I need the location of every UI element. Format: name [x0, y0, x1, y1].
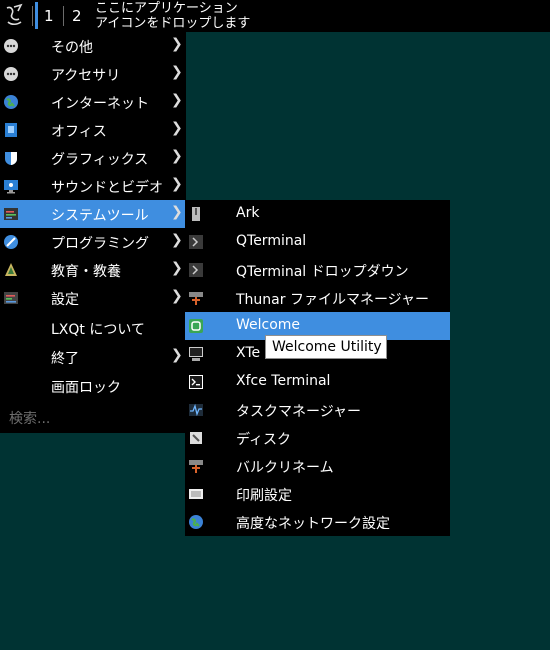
tooltip: Welcome Utility	[265, 335, 387, 359]
quicklaunch-hint-line2: アイコンをドロップします	[95, 16, 251, 31]
tooltip-text: Welcome Utility	[272, 339, 382, 355]
menu-item-label: プログラミング	[51, 236, 149, 252]
graphics-icon	[3, 150, 19, 166]
search-placeholder: 検索...	[9, 411, 51, 427]
chevron-right-icon: ❯	[171, 36, 183, 52]
menu-item-label: アクセサリ	[51, 68, 121, 84]
menu-item-label: サウンドとビデオ	[51, 180, 163, 196]
archive-icon	[188, 206, 204, 222]
menu-item-internet[interactable]: インターネット ❯	[0, 88, 186, 116]
submenu-item-label: Thunar ファイルマネージャー	[236, 292, 429, 308]
office-icon	[3, 122, 19, 138]
menu-item-system-tools[interactable]: システムツール ❯	[0, 200, 186, 228]
chevron-right-icon: ❯	[171, 92, 183, 108]
active-desktop-indicator	[35, 2, 38, 29]
menu-item-programming[interactable]: プログラミング ❯	[0, 228, 186, 256]
menu-item-shutdown[interactable]: 終了 ❯	[0, 343, 186, 371]
submenu-item-label: QTerminal	[236, 233, 307, 249]
menu-item-about-lxqt[interactable]: LXQt について	[0, 314, 186, 342]
menu-item-label: システムツール	[51, 208, 149, 224]
submenu-item-ark[interactable]: Ark	[185, 200, 450, 228]
chevron-right-icon: ❯	[171, 120, 183, 136]
file-manager-icon	[188, 290, 204, 306]
search-input[interactable]: 検索...	[0, 402, 186, 432]
settings-icon	[3, 290, 19, 306]
submenu-item-print-settings[interactable]: 印刷設定	[185, 480, 450, 508]
system-tools-icon	[3, 206, 19, 222]
programming-icon	[3, 234, 19, 250]
network-icon	[188, 514, 204, 530]
taskbar-separator	[32, 6, 33, 26]
submenu-item-xfce-terminal[interactable]: Xfce Terminal	[185, 368, 450, 396]
globe-icon	[3, 94, 19, 110]
submenu-item-task-manager[interactable]: タスクマネージャー	[185, 396, 450, 424]
taskbar: 1 2 ここにアプリケーション アイコンをドロップします	[0, 0, 550, 32]
menu-item-settings[interactable]: 設定 ❯	[0, 284, 186, 312]
submenu-item-qterminal-dropdown[interactable]: QTerminal ドロップダウン	[185, 256, 450, 284]
menu-item-label: 画面ロック	[51, 380, 121, 396]
submenu-item-qterminal[interactable]: QTerminal	[185, 228, 450, 256]
submenu-item-label: Welcome	[236, 317, 301, 333]
desktop-2-button[interactable]: 2	[72, 7, 82, 25]
printer-icon	[188, 486, 204, 502]
submenu-item-label: バルクリネーム	[236, 460, 334, 476]
submenu-item-thunar[interactable]: Thunar ファイルマネージャー	[185, 284, 450, 312]
menu-item-office[interactable]: オフィス ❯	[0, 116, 186, 144]
main-menu: その他 ❯ アクセサリ ❯ インターネット ❯ オフィス ❯ グラフィックス ❯…	[0, 32, 186, 433]
menu-item-label: 終了	[51, 351, 79, 367]
terminal-dropdown-icon	[188, 262, 204, 278]
menu-item-graphics[interactable]: グラフィックス ❯	[0, 144, 186, 172]
menu-item-lock-screen[interactable]: 画面ロック	[0, 372, 186, 400]
system-tools-submenu: Ark QTerminal QTerminal ドロップダウン Thunar フ…	[185, 200, 450, 536]
chevron-right-icon: ❯	[171, 176, 183, 192]
submenu-item-label: QTerminal ドロップダウン	[236, 264, 409, 280]
chevron-right-icon: ❯	[171, 288, 183, 304]
menu-item-label: 教育・教養	[51, 264, 121, 280]
accessories-icon	[3, 66, 19, 82]
submenu-item-network-settings[interactable]: 高度なネットワーク設定	[185, 508, 450, 536]
misc-icon	[3, 38, 19, 54]
menu-item-accessories[interactable]: アクセサリ ❯	[0, 60, 186, 88]
task-manager-icon	[188, 402, 204, 418]
submenu-item-label: 高度なネットワーク設定	[236, 516, 390, 532]
chevron-right-icon: ❯	[171, 232, 183, 248]
submenu-item-label: XTe	[236, 345, 261, 361]
quicklaunch-area[interactable]: ここにアプリケーション アイコンをドロップします	[95, 1, 250, 31]
desktop-1-button[interactable]: 1	[44, 7, 54, 25]
menu-item-label: 設定	[51, 292, 79, 308]
submenu-item-label: 印刷設定	[236, 488, 292, 504]
disk-icon	[188, 430, 204, 446]
submenu-item-disks[interactable]: ディスク	[185, 424, 450, 452]
xterm-icon	[188, 346, 204, 362]
chevron-right-icon: ❯	[171, 347, 183, 363]
education-icon	[3, 262, 19, 278]
terminal-icon	[188, 234, 204, 250]
quicklaunch-hint-line1: ここにアプリケーション	[95, 1, 238, 16]
submenu-item-label: Xfce Terminal	[236, 373, 331, 389]
taskbar-separator	[63, 6, 64, 26]
chevron-right-icon: ❯	[171, 204, 183, 220]
multimedia-icon	[3, 178, 19, 194]
welcome-icon	[188, 318, 204, 334]
menu-item-label: オフィス	[51, 124, 107, 140]
submenu-item-bulk-rename[interactable]: バルクリネーム	[185, 452, 450, 480]
bulk-rename-icon	[188, 458, 204, 474]
menu-item-label: その他	[51, 40, 93, 56]
xfce-terminal-icon	[188, 374, 204, 390]
chevron-right-icon: ❯	[171, 148, 183, 164]
menu-item-label: グラフィックス	[51, 152, 149, 168]
chevron-right-icon: ❯	[171, 260, 183, 276]
menu-item-label: インターネット	[51, 96, 149, 112]
menu-item-multimedia[interactable]: サウンドとビデオ ❯	[0, 172, 186, 200]
submenu-item-label: Ark	[236, 205, 260, 221]
submenu-item-label: ディスク	[236, 432, 292, 448]
submenu-item-label: タスクマネージャー	[236, 404, 362, 420]
menu-item-label: LXQt について	[51, 322, 145, 338]
menu-item-misc[interactable]: その他 ❯	[0, 32, 186, 60]
chevron-right-icon: ❯	[171, 64, 183, 80]
start-menu-icon[interactable]	[2, 2, 28, 28]
menu-item-education[interactable]: 教育・教養 ❯	[0, 256, 186, 284]
